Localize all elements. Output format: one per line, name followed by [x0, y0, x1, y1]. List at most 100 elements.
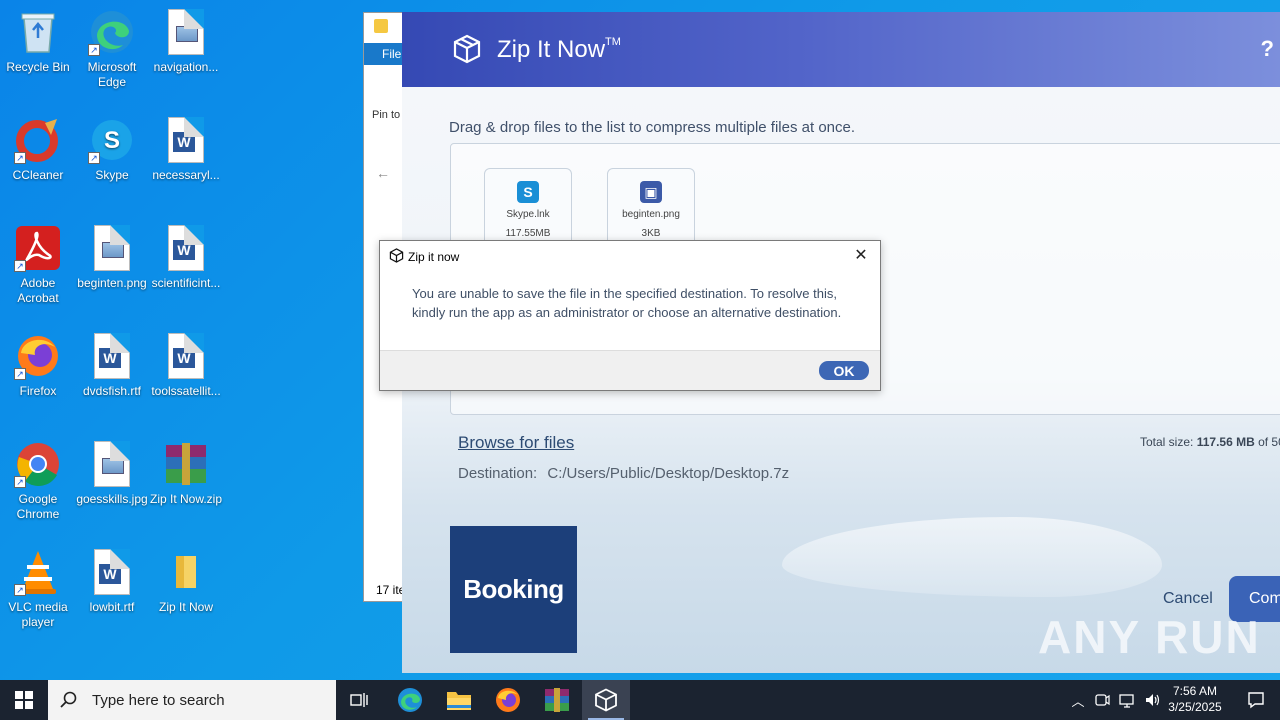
desktop-icon-label: necessaryl... — [152, 168, 220, 182]
image-file-icon — [162, 8, 210, 56]
notification-icon — [1248, 692, 1264, 709]
desktop-icon-label: Microsoft Edge — [87, 60, 137, 89]
background-boat-image — [782, 517, 1162, 597]
desktop-icon-label: Google Chrome — [16, 492, 60, 521]
ribbon-file-tab[interactable]: File — [364, 43, 404, 65]
file-card[interactable]: ▣ beginten.png 3KB — [607, 168, 695, 248]
shortcut-arrow-icon: ↗ — [14, 584, 26, 596]
word-document-icon: W — [88, 332, 136, 380]
cancel-button[interactable]: Cancel — [1163, 590, 1213, 608]
desktop-icon-label: Zip It Now — [158, 600, 213, 614]
task-view-icon — [350, 693, 368, 707]
desktop-icon-dvdsfish[interactable]: W dvdsfish.rtf — [74, 332, 150, 399]
vlc-icon: ↗ — [14, 548, 62, 596]
desktop-icon-toolssatellit[interactable]: W toolssatellit... — [148, 332, 224, 399]
clock-time: 7:56 AM — [1172, 684, 1218, 698]
ok-button[interactable]: OK — [819, 361, 869, 380]
close-icon[interactable]: ✕ — [850, 245, 872, 267]
shortcut-arrow-icon: ↗ — [14, 152, 26, 164]
desktop-icon-label: beginten.png — [77, 276, 147, 290]
desktop-icon-edge[interactable]: ↗ Microsoft Edge — [74, 8, 150, 90]
start-button[interactable] — [0, 680, 48, 720]
destination-path[interactable]: Destination: C:/Users/Public/Desktop/Des… — [458, 465, 789, 482]
browse-for-files-link[interactable]: Browse for files — [458, 433, 574, 453]
back-arrow-icon[interactable]: ← — [376, 165, 390, 181]
desktop-icon-firefox[interactable]: ↗ Firefox — [0, 332, 76, 399]
taskbar: Type here to search ︿ 7:56 AM 3/25/2025 — [0, 680, 1280, 720]
desktop-icon-navigation[interactable]: navigation... — [148, 8, 224, 75]
desktop-icon-label: dvdsfish.rtf — [82, 384, 142, 398]
winrar-icon — [545, 688, 569, 712]
edge-icon: ↗ — [88, 8, 136, 56]
task-view-button[interactable] — [336, 680, 384, 720]
file-name: beginten.png — [622, 209, 680, 220]
desktop-icon-label: navigation... — [153, 60, 219, 74]
drag-drop-hint: Drag & drop files to the list to compres… — [449, 119, 856, 136]
destination-value: C:/Users/Public/Desktop/Desktop.7z — [547, 465, 790, 482]
help-button[interactable]: ? — [1261, 36, 1274, 62]
package-logo-icon — [595, 688, 617, 712]
file-card[interactable]: S Skype.lnk 117.55MB — [484, 168, 572, 248]
file-size: 117.55MB — [505, 228, 551, 239]
destination-label: Destination: — [458, 465, 538, 482]
notification-center-button[interactable] — [1232, 680, 1280, 720]
desktop-icon-label: lowbit.rtf — [89, 600, 135, 614]
word-document-icon: W — [162, 224, 210, 272]
desktop-icon-beginten[interactable]: beginten.png — [74, 224, 150, 291]
desktop-icon-scientificint[interactable]: W scientificint... — [148, 224, 224, 291]
taskbar-winrar[interactable] — [533, 680, 581, 720]
desktop-icon-label: Skype — [95, 168, 129, 182]
skype-icon: S — [517, 181, 539, 203]
meet-now-icon[interactable] — [1094, 692, 1110, 708]
network-icon[interactable] — [1118, 692, 1136, 708]
taskbar-search-box[interactable]: Type here to search — [48, 680, 336, 720]
package-logo-icon — [453, 34, 481, 64]
firefox-icon — [496, 688, 520, 712]
folder-icon — [374, 19, 388, 33]
file-name: Skype.lnk — [506, 209, 550, 220]
search-icon — [60, 691, 77, 708]
chevron-up-icon[interactable]: ︿ — [1068, 691, 1088, 710]
word-document-icon: W — [162, 332, 210, 380]
desktop-icon-label: goesskills.jpg — [76, 492, 148, 506]
taskbar-zip-it-now[interactable] — [582, 680, 630, 720]
chrome-icon: ↗ — [14, 440, 62, 488]
winrar-archive-icon — [162, 440, 210, 488]
taskbar-firefox[interactable] — [484, 680, 532, 720]
desktop-icon-label: VLC media player — [8, 600, 68, 629]
desktop-icon-lowbit[interactable]: W lowbit.rtf — [74, 548, 150, 615]
dialog-title: Zip it now — [408, 250, 460, 264]
taskbar-edge[interactable] — [386, 680, 434, 720]
desktop-icon-label: scientificint... — [151, 276, 221, 290]
taskbar-file-explorer[interactable] — [435, 680, 483, 720]
desktop-icon-chrome[interactable]: ↗ Google Chrome — [0, 440, 76, 522]
total-size: Total size: 117.56 MB of 50 — [1140, 435, 1280, 449]
shortcut-arrow-icon: ↗ — [88, 152, 100, 164]
booking-ad-banner[interactable]: Booking — [450, 526, 577, 653]
shortcut-arrow-icon: ↗ — [14, 476, 26, 488]
desktop-icon-necessaryl[interactable]: W necessaryl... — [148, 116, 224, 183]
desktop-icon-vlc[interactable]: ↗ VLC media player — [0, 548, 76, 630]
taskbar-clock[interactable]: 7:56 AM 3/25/2025 — [1160, 683, 1230, 715]
desktop-icon-skype[interactable]: S ↗ Skype — [74, 116, 150, 183]
desktop-icon-zipitnow-zip[interactable]: Zip It Now.zip — [148, 440, 224, 507]
desktop-icon-label: Recycle Bin — [6, 60, 70, 74]
image-file-icon — [88, 224, 136, 272]
desktop-icon-ccleaner[interactable]: ↗ CCleaner — [0, 116, 76, 183]
desktop-icon-zipitnow-folder[interactable]: Zip It Now — [148, 548, 224, 615]
error-dialog: Zip it now ✕ You are unable to save the … — [379, 240, 881, 391]
desktop-icon-label: toolssatellit... — [151, 384, 221, 398]
image-file-icon — [88, 440, 136, 488]
word-document-icon: W — [162, 116, 210, 164]
desktop-icon-goesskills[interactable]: goesskills.jpg — [74, 440, 150, 507]
ccleaner-icon: ↗ — [14, 116, 62, 164]
folder-icon — [447, 692, 471, 710]
windows-logo-icon — [15, 691, 33, 709]
desktop-icon-label: CCleaner — [12, 168, 64, 182]
image-icon: ▣ — [640, 181, 662, 203]
app-title: Zip It NowTM — [497, 36, 621, 63]
desktop-icon-acrobat[interactable]: ↗ Adobe Acrobat — [0, 224, 76, 306]
desktop-icon-recycle-bin[interactable]: Recycle Bin — [0, 8, 76, 75]
edge-icon — [398, 688, 422, 712]
explorer-status-text: 17 ite — [376, 583, 406, 597]
